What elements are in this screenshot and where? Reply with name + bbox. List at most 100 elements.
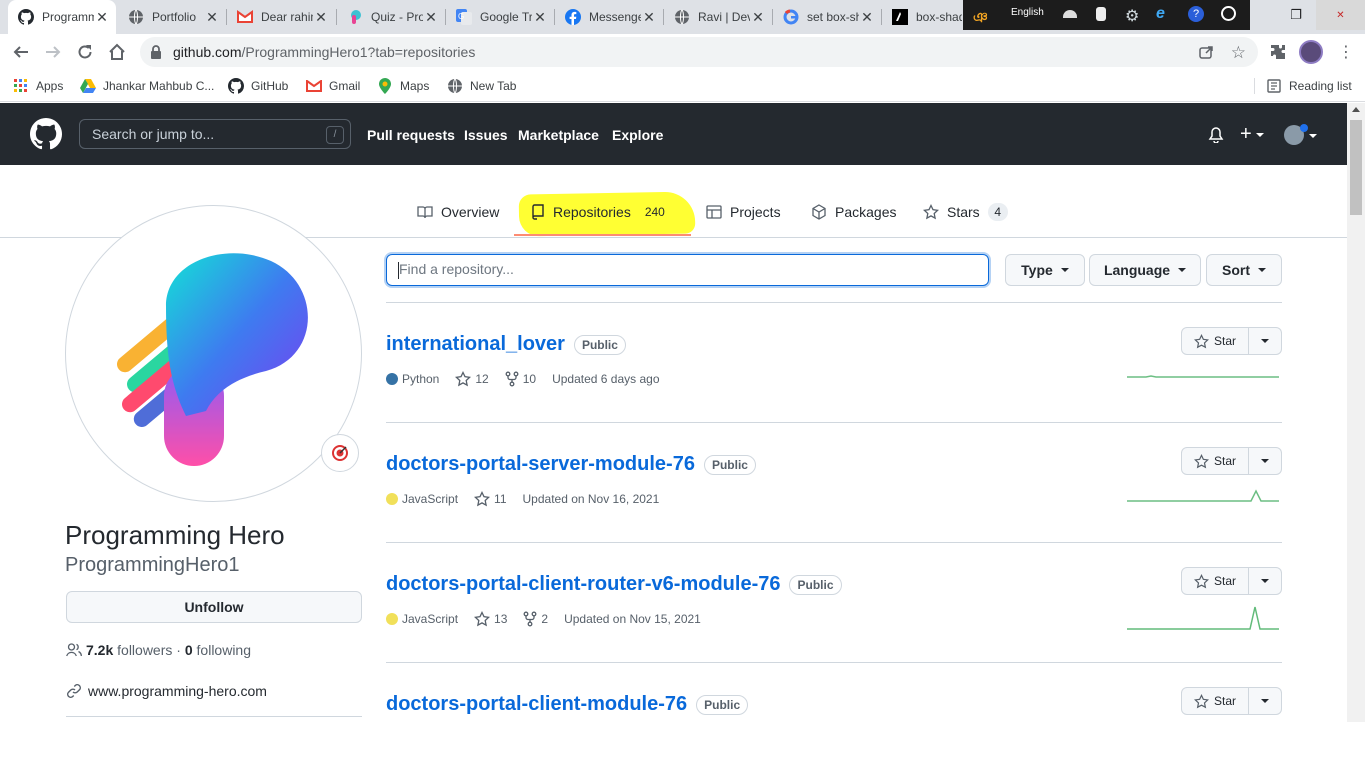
browser-tab[interactable]: Portfolio ✕: [118, 0, 226, 34]
fork-icon: [505, 371, 519, 387]
star-button[interactable]: Star: [1181, 687, 1249, 715]
repo-stars-link[interactable]: 13: [474, 611, 507, 627]
star-list-dropdown[interactable]: [1249, 447, 1282, 475]
restore-button[interactable]: ❐: [1276, 0, 1316, 30]
close-icon[interactable]: ✕: [94, 9, 110, 25]
browser-tab[interactable]: Quiz - Programming Hero ✕: [337, 0, 445, 34]
star-button[interactable]: Star: [1181, 327, 1249, 355]
create-new-button[interactable]: +: [1240, 124, 1264, 144]
bookmark-apps[interactable]: Apps: [13, 77, 63, 95]
star-button[interactable]: Star: [1181, 447, 1249, 475]
sort-filter-button[interactable]: Sort: [1206, 254, 1282, 286]
address-bar[interactable]: github.com/ProgrammingHero1?tab=reposito…: [140, 37, 1258, 67]
scrollbar-thumb[interactable]: [1350, 120, 1362, 215]
close-window-button[interactable]: ✕: [1316, 0, 1365, 30]
scroll-up-icon[interactable]: [1352, 107, 1360, 112]
star-button[interactable]: Star: [1181, 567, 1249, 595]
share-icon[interactable]: [1198, 44, 1214, 60]
repo-name-link[interactable]: doctors-portal-client-router-v6-module-7…: [386, 573, 780, 596]
repo-stars-link[interactable]: 11: [474, 491, 507, 507]
close-icon[interactable]: ✕: [204, 9, 220, 25]
language-filter-button[interactable]: Language: [1089, 254, 1201, 286]
repo-name-link[interactable]: international_lover: [386, 333, 565, 356]
star-list-dropdown[interactable]: [1249, 327, 1282, 355]
star-list-dropdown[interactable]: [1249, 687, 1282, 715]
help-icon[interactable]: ?: [1188, 6, 1204, 22]
tab-projects[interactable]: Projects: [706, 202, 781, 222]
repo-title: doctors-portal-client-router-v6-module-7…: [386, 573, 842, 596]
lock-icon[interactable]: [150, 45, 162, 59]
repo-name-link[interactable]: doctors-portal-server-module-76: [386, 453, 695, 476]
close-icon[interactable]: ✕: [750, 9, 766, 25]
close-icon[interactable]: ✕: [313, 9, 329, 25]
bookmark-star-icon[interactable]: ☆: [1231, 43, 1246, 63]
tab-overview[interactable]: Overview: [417, 202, 499, 222]
browser-tab[interactable]: Messenger ✕: [555, 0, 663, 34]
kebab-menu-icon[interactable]: ⋮: [1338, 42, 1354, 62]
forward-button[interactable]: [41, 40, 65, 64]
type-filter-button[interactable]: Type: [1005, 254, 1085, 286]
find-repository-input[interactable]: Find a repository...: [386, 254, 989, 286]
followers-label[interactable]: followers: [117, 642, 172, 658]
home-button[interactable]: [105, 40, 129, 64]
quiz-icon: [347, 9, 363, 25]
browser-tab[interactable]: box-shadow: [882, 0, 962, 34]
close-icon[interactable]: ✕: [423, 9, 439, 25]
stars-count: 12: [475, 372, 489, 386]
language-label: JavaScript: [402, 492, 459, 506]
website-link[interactable]: www.programming-hero.com: [88, 683, 267, 699]
repo-forks-link[interactable]: 10: [505, 371, 536, 387]
close-icon[interactable]: ✕: [859, 9, 875, 25]
bookmark-drive[interactable]: Jhankar Mahbub C...: [80, 77, 214, 95]
profile-avatar-large[interactable]: [65, 205, 362, 502]
browser-tab-active[interactable]: Programming Hero ✕: [8, 0, 116, 34]
reading-list-button[interactable]: Reading list: [1266, 77, 1352, 95]
nav-issues[interactable]: Issues: [464, 127, 508, 143]
bookmark-maps[interactable]: Maps: [377, 77, 429, 95]
tab-repositories[interactable]: Repositories 240: [531, 202, 671, 222]
browser-tab[interactable]: set box-shadow ✕: [773, 0, 881, 34]
star-icon: [474, 491, 491, 507]
repo-forks-link[interactable]: 2: [523, 611, 548, 627]
github-search-input[interactable]: Search or jump to... /: [79, 119, 351, 149]
browser-tab[interactable]: Dear rahim ✕: [227, 0, 335, 34]
language-label: JavaScript: [402, 612, 459, 626]
repo-name-link[interactable]: doctors-portal-client-module-76: [386, 693, 687, 716]
back-button[interactable]: [9, 40, 33, 64]
language-color-dot: [386, 493, 398, 505]
tab-packages[interactable]: Packages: [811, 202, 896, 222]
nav-pull-requests[interactable]: Pull requests: [367, 127, 455, 143]
browser-tab[interactable]: Ravi | Dev ✕: [664, 0, 772, 34]
power-icon[interactable]: [1221, 6, 1236, 21]
tab-label: Packages: [835, 204, 897, 220]
nav-marketplace[interactable]: Marketplace: [518, 127, 599, 143]
repo-stars-link[interactable]: 12: [455, 371, 489, 387]
google-translate-icon: G: [456, 9, 472, 25]
nav-explore[interactable]: Explore: [612, 127, 663, 143]
following-count[interactable]: 0: [185, 642, 193, 658]
bookmark-new-tab[interactable]: New Tab: [447, 77, 516, 95]
browser-tab[interactable]: G Google Translate ✕: [446, 0, 554, 34]
following-label[interactable]: following: [197, 642, 251, 658]
page-scrollbar[interactable]: [1347, 103, 1365, 722]
star-list-dropdown[interactable]: [1249, 567, 1282, 595]
status-emoji-button[interactable]: [321, 434, 359, 472]
extensions-icon[interactable]: [1270, 43, 1288, 61]
followers-count[interactable]: 7.2k: [86, 642, 113, 658]
unfollow-button[interactable]: Unfollow: [66, 591, 362, 623]
profile-avatar[interactable]: [1299, 40, 1323, 64]
gear-icon[interactable]: ⚙: [1125, 6, 1139, 26]
tray-language[interactable]: English: [1011, 7, 1044, 18]
bookmark-github[interactable]: GitHub: [228, 77, 288, 95]
globe-icon: [674, 9, 690, 25]
language-label: Python: [402, 372, 440, 386]
close-icon[interactable]: ✕: [532, 9, 548, 25]
url-host: github.com: [173, 44, 242, 60]
bookmark-gmail[interactable]: Gmail: [306, 77, 360, 95]
close-icon[interactable]: ✕: [641, 9, 657, 25]
bell-icon[interactable]: [1208, 127, 1224, 143]
reload-button[interactable]: [73, 40, 97, 64]
github-logo-icon[interactable]: [30, 118, 62, 150]
ie-icon[interactable]: e: [1156, 5, 1165, 23]
tab-stars[interactable]: Stars 4: [923, 202, 1008, 222]
